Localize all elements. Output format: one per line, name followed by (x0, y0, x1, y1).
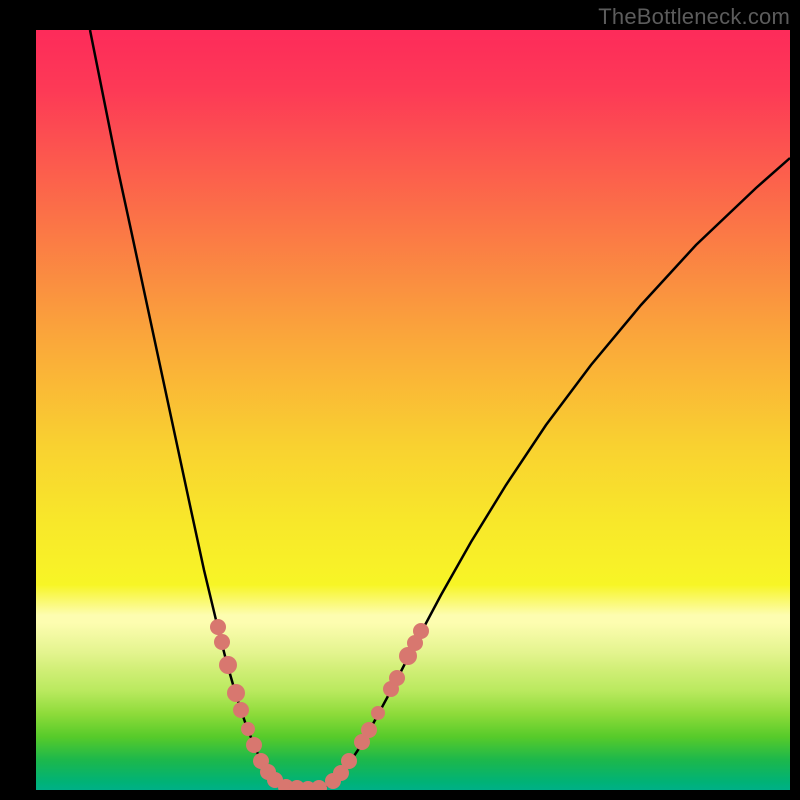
data-dot (227, 684, 245, 702)
bottleneck-curve (90, 30, 790, 789)
data-dot (371, 706, 385, 720)
data-dot (341, 753, 357, 769)
data-dot (210, 619, 226, 635)
data-dot (214, 634, 230, 650)
data-dot (246, 737, 262, 753)
data-dot (241, 722, 255, 736)
data-dot (389, 670, 405, 686)
data-dot (311, 780, 327, 790)
data-dot (413, 623, 429, 639)
chart-frame: TheBottleneck.com (0, 0, 800, 800)
data-dot (219, 656, 237, 674)
data-dots (210, 619, 429, 790)
data-dot (361, 722, 377, 738)
plot-area (36, 30, 790, 790)
data-dot (233, 702, 249, 718)
watermark-text: TheBottleneck.com (598, 4, 790, 30)
curve-layer (36, 30, 790, 790)
